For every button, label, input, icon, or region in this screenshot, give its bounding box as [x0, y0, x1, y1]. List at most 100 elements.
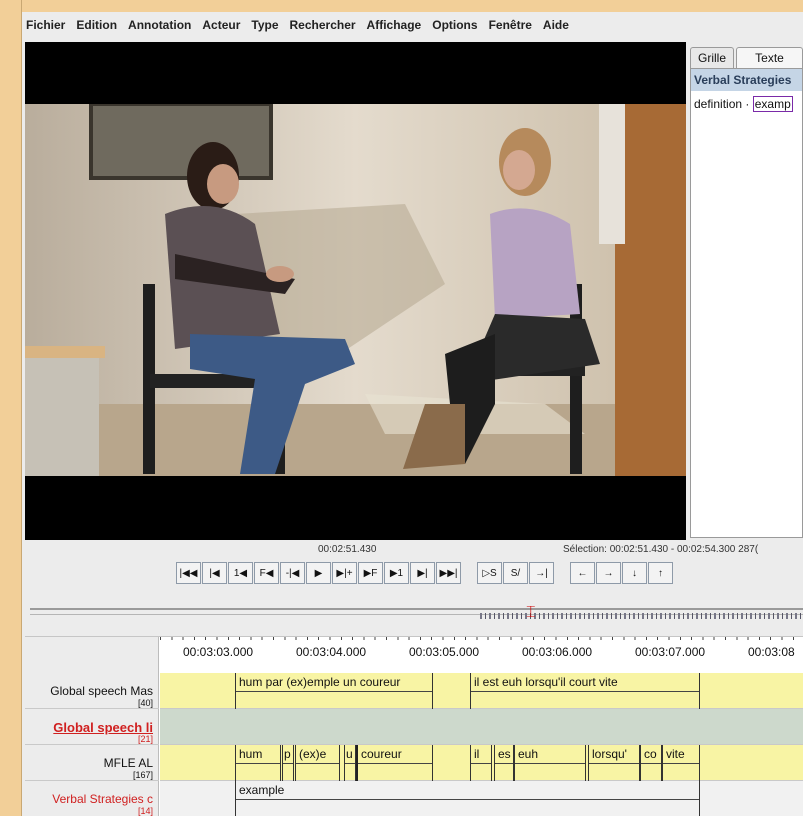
annotation-text: co [644, 747, 657, 761]
annotation[interactable]: vite [662, 745, 700, 781]
menu-aide[interactable]: Aide [543, 18, 569, 32]
tier-track-global-speech-li[interactable] [160, 709, 803, 745]
annotation[interactable]: hum par (ex)emple un coureur [235, 673, 433, 709]
tier-label[interactable]: Verbal Strategies c [14] [25, 781, 159, 816]
menu-acteur[interactable]: Acteur [202, 18, 240, 32]
annotation[interactable]: il est euh lorsqu'il court vite [470, 673, 700, 709]
timeline-viewer[interactable]: Global speech Mas [40] Global speech li … [25, 636, 803, 816]
annotation-text: (ex)e [299, 747, 327, 761]
video-scene-image [25, 104, 686, 476]
ruler-label: 00:03:07.000 [635, 645, 706, 659]
text-view-highlight[interactable]: examp [752, 96, 793, 112]
tier-count: [167] [132, 770, 153, 780]
menu-edition[interactable]: Edition [76, 18, 117, 32]
tier-track-mfle-al[interactable]: hum p (ex)e u coureur il es euh lorsqu' … [160, 745, 803, 781]
tier-name: Global speech li [53, 720, 153, 735]
annotation-down-button[interactable]: ↓ [622, 562, 647, 584]
ruler-label: 00:03:06.000 [522, 645, 593, 659]
annotation-text: il est euh lorsqu'il court vite [474, 675, 618, 689]
annotation-text: es [498, 747, 511, 761]
ruler-label: 00:03:04.000 [296, 645, 367, 659]
annotation-text: il [474, 747, 480, 761]
tier-name: MFLE AL [103, 756, 153, 770]
annotation[interactable]: (ex)e [295, 745, 340, 781]
tab-texte[interactable]: Texte [736, 47, 803, 68]
annotation-text: hum par (ex)emple un coureur [239, 675, 401, 689]
annotation-text: coureur [361, 747, 402, 761]
annotation[interactable]: example [235, 781, 700, 816]
annotation[interactable]: co [640, 745, 662, 781]
text-view-prefix: definition · [694, 97, 750, 111]
annotation[interactable]: hum [235, 745, 281, 781]
ruler-label: 00:03:03.000 [183, 645, 254, 659]
annotation-text: example [239, 783, 285, 797]
play-selection-button[interactable]: ▷S [477, 562, 502, 584]
crosshair-cursor-icon[interactable]: ⌶ [526, 605, 536, 625]
next-frame-button[interactable]: ▶F [358, 562, 383, 584]
menu-rechercher[interactable]: Rechercher [290, 18, 356, 32]
annotation[interactable]: euh [514, 745, 586, 781]
annotation[interactable]: coureur [356, 745, 433, 781]
selection-time: Sélection: 00:02:51.430 - 00:02:54.300 2… [563, 544, 759, 555]
annotation-text: p [284, 747, 291, 761]
next-pixel-button[interactable]: ▶1 [384, 562, 409, 584]
ruler-label: 00:03:05.000 [409, 645, 480, 659]
tab-grille-label: Grille [697, 51, 726, 65]
tier-count: [21] [137, 734, 153, 744]
next-ms-button[interactable]: ▶|+ [332, 562, 357, 584]
tab-grille[interactable]: Grille [690, 47, 734, 68]
tier-count: [14] [137, 806, 153, 816]
previous-ms-button[interactable]: -|◀ [280, 562, 305, 584]
menu-type[interactable]: Type [251, 18, 278, 32]
annotation[interactable]: p [282, 745, 294, 781]
annotation-right-button[interactable]: → [596, 562, 621, 584]
controls-spacer [462, 562, 477, 584]
current-time: 00:02:51.430 [318, 544, 377, 555]
tier-label-active[interactable]: Global speech li [21] [25, 709, 159, 745]
menu-fichier[interactable]: Fichier [26, 18, 65, 32]
text-view-line[interactable]: definition · examp [691, 91, 802, 112]
menu-affichage[interactable]: Affichage [367, 18, 422, 32]
ruler-ticks [160, 637, 803, 640]
window-frame-top [0, 0, 803, 12]
menu-options[interactable]: Options [432, 18, 477, 32]
media-controls: |◀◀ |◀ 1◀ F◀ -|◀ ▶ ▶|+ ▶F ▶1 ▶| ▶▶| ▷S S… [176, 562, 674, 584]
tier-track-global-speech-mas[interactable]: hum par (ex)emple un coureur il est euh … [160, 673, 803, 709]
ruler-label: 00:03:08 [748, 645, 795, 659]
video-frame [25, 104, 686, 476]
annotation-up-button[interactable]: ↑ [648, 562, 673, 584]
text-view-tier-header: Verbal Strategies [691, 69, 802, 91]
toggle-selection-mode-button[interactable]: →| [529, 562, 554, 584]
tier-track-verbal-strategies[interactable]: example [160, 781, 803, 816]
go-to-begin-button[interactable]: |◀◀ [176, 562, 201, 584]
go-to-end-button[interactable]: ▶▶| [436, 562, 461, 584]
tier-count: [40] [137, 698, 153, 708]
clear-selection-button[interactable]: S/ [503, 562, 528, 584]
tier-name-column: Global speech Mas [40] Global speech li … [25, 637, 159, 816]
text-view[interactable]: Verbal Strategies definition · examp [690, 68, 803, 538]
play-button[interactable]: ▶ [306, 562, 331, 584]
menu-bar: Fichier Edition Annotation Acteur Type R… [22, 12, 803, 38]
previous-pixel-button[interactable]: 1◀ [228, 562, 253, 584]
tier-name: Global speech Mas [50, 684, 153, 698]
annotation-text: hum [239, 747, 263, 761]
annotation-text: vite [666, 747, 685, 761]
previous-frame-button[interactable]: F◀ [254, 562, 279, 584]
right-panel: Grille Texte Verbal Strategies definitio… [686, 42, 803, 544]
tier-label[interactable]: Global speech Mas [40] [25, 673, 159, 709]
previous-scrollview-button[interactable]: |◀ [202, 562, 227, 584]
annotation[interactable]: es [494, 745, 514, 781]
annotation[interactable]: il [470, 745, 492, 781]
time-ruler[interactable]: 00:03:03.000 00:03:04.000 00:03:05.000 0… [160, 637, 803, 667]
video-player[interactable] [25, 42, 686, 540]
tier-name: Verbal Strategies c [52, 792, 153, 806]
annotation[interactable]: lorsqu' [588, 745, 640, 781]
menu-annotation[interactable]: Annotation [128, 18, 191, 32]
next-scrollview-button[interactable]: ▶| [410, 562, 435, 584]
menu-fenetre[interactable]: Fenêtre [489, 18, 532, 32]
tier-label[interactable]: MFLE AL [167] [25, 745, 159, 781]
annotation[interactable]: u [344, 745, 356, 781]
annotation-left-button[interactable]: ← [570, 562, 595, 584]
annotation-text: euh [518, 747, 539, 761]
timeline-overview[interactable]: ⌶ [30, 605, 803, 621]
